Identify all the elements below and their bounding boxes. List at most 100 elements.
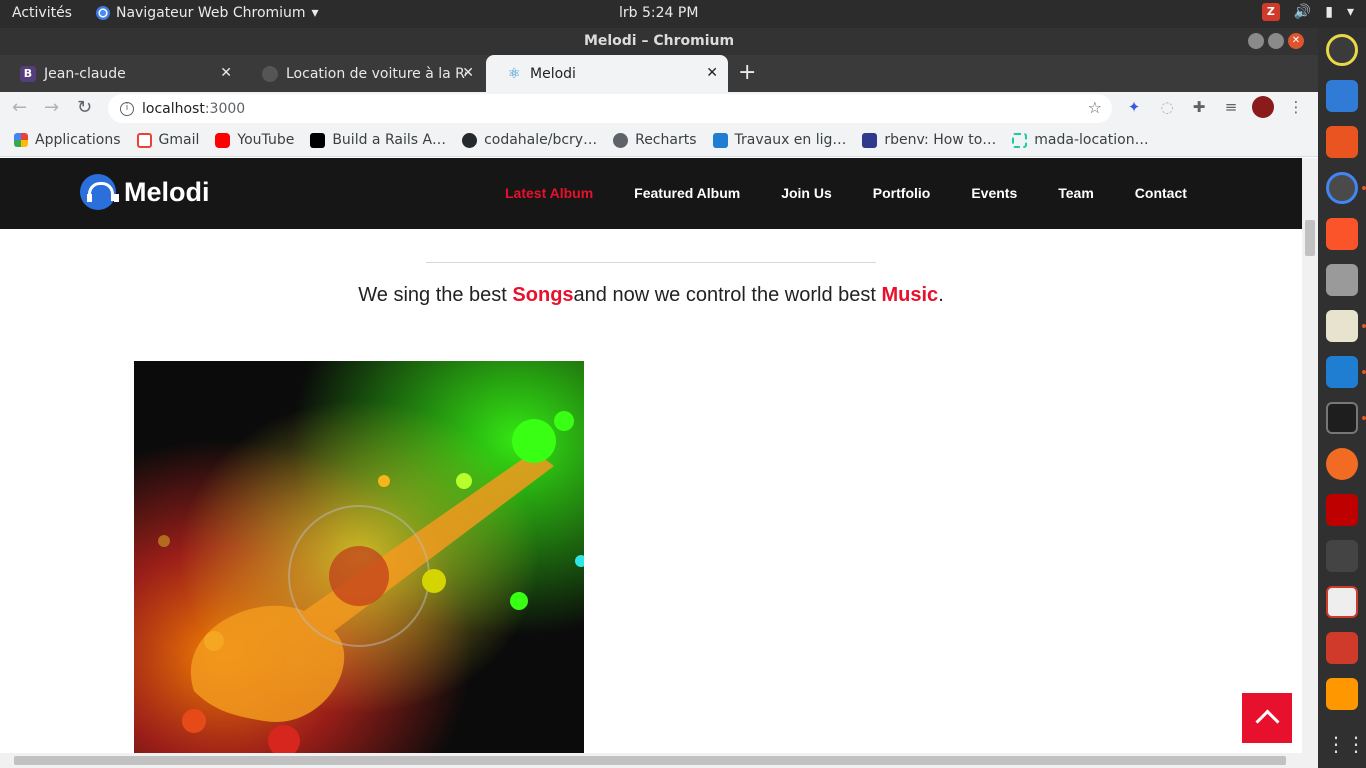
document-viewer-icon[interactable]	[1326, 586, 1358, 618]
tab-jean-claude[interactable]: B Jean-claude ✕	[0, 55, 242, 92]
terminal-icon[interactable]	[1326, 402, 1358, 434]
nav-featured-album[interactable]: Featured Album	[634, 185, 740, 201]
album-cover-image[interactable]	[134, 361, 584, 753]
vertical-scrollbar[interactable]	[1302, 158, 1318, 753]
close-window-button[interactable]: ✕	[1288, 33, 1304, 49]
tagline-highlight-music: Music	[881, 284, 939, 306]
sublime-text-icon[interactable]	[1326, 678, 1358, 710]
bookmark-label: Build a Rails A…	[332, 132, 447, 148]
bookmark-applications[interactable]: Applications	[14, 132, 121, 148]
bookmark-rbenv[interactable]: rbenv: How to…	[862, 132, 996, 148]
globe-icon	[613, 132, 629, 148]
close-tab-icon[interactable]: ✕	[462, 65, 474, 81]
text-editor-icon[interactable]	[1326, 310, 1358, 342]
site-menu: Latest Album Featured Album Join Us Port…	[505, 185, 1187, 201]
profile-avatar[interactable]	[1252, 96, 1274, 118]
scrollbar-thumb[interactable]	[1305, 220, 1315, 256]
address-bar[interactable]: i localhost:3000 ☆	[108, 94, 1112, 123]
running-indicator	[1362, 186, 1366, 190]
tagline-text: We sing the best	[358, 284, 513, 306]
software-center-icon[interactable]	[1326, 126, 1358, 158]
tab-label: Melodi	[530, 65, 576, 82]
gmail-icon	[136, 132, 152, 148]
rhythmbox-icon[interactable]	[1326, 34, 1358, 66]
dashed-square-icon	[1012, 132, 1028, 148]
site-logo[interactable]: Melodi	[80, 174, 210, 210]
minimize-button[interactable]	[1248, 33, 1264, 49]
medium-icon	[310, 132, 326, 148]
tab-strip: B Jean-claude ✕ Location de voiture à la…	[0, 55, 1318, 92]
youtube-icon	[215, 132, 231, 148]
bookmark-label: Applications	[35, 132, 121, 148]
window-controls: ✕	[1248, 33, 1304, 49]
bookmark-label: Recharts	[635, 132, 697, 148]
bookmark-mada-location[interactable]: mada-location…	[1012, 132, 1149, 148]
text-document-icon[interactable]	[1326, 80, 1358, 112]
github-icon	[462, 132, 478, 148]
bookmark-gmail[interactable]: Gmail	[136, 132, 199, 148]
filezilla-icon[interactable]	[1326, 494, 1358, 526]
bookmark-travaux[interactable]: Travaux en lig…	[712, 132, 846, 148]
close-tab-icon[interactable]: ✕	[706, 65, 718, 81]
back-to-top-button[interactable]	[1242, 693, 1292, 743]
react-icon: ⚛	[507, 65, 521, 82]
show-applications-icon[interactable]: ⋮⋮	[1326, 728, 1366, 760]
bookmark-label: mada-location…	[1034, 132, 1149, 148]
vscode-icon[interactable]	[1326, 356, 1358, 388]
nav-portfolio[interactable]: Portfolio	[873, 185, 931, 201]
extension-puzzle-icon[interactable]: ✦	[1125, 98, 1143, 116]
extension-circle-icon[interactable]: ◌	[1158, 98, 1176, 116]
status-area[interactable]: Z 🔊 ▮ ▾	[1261, 3, 1354, 21]
bookmark-build-rails[interactable]: Build a Rails A…	[310, 132, 446, 148]
tagline-text: and now we control the world best	[573, 284, 882, 306]
postman-icon[interactable]	[1326, 448, 1358, 480]
url-port: :3000	[204, 100, 246, 117]
apps-grid-icon	[14, 133, 28, 147]
bookmark-youtube[interactable]: YouTube	[215, 132, 294, 148]
maximize-button[interactable]	[1268, 33, 1284, 49]
close-tab-icon[interactable]: ✕	[220, 65, 232, 81]
nav-contact[interactable]: Contact	[1135, 185, 1187, 201]
scrollbar-thumb[interactable]	[14, 756, 1286, 765]
new-tab-button[interactable]: +	[738, 60, 756, 85]
nav-team[interactable]: Team	[1058, 185, 1094, 201]
tab-location-voiture[interactable]: Location de voiture à la Ré ✕	[242, 55, 484, 92]
running-indicator	[1362, 370, 1366, 374]
url-host: localhost	[142, 100, 205, 117]
bookmark-star-icon[interactable]: ☆	[1088, 98, 1102, 117]
bookmark-label: codahale/bcry…	[484, 132, 598, 148]
extensions-menu-icon[interactable]: ✚	[1190, 98, 1208, 116]
clock[interactable]: lrb 5:24 PM	[619, 5, 698, 21]
info-icon[interactable]: i	[120, 101, 134, 116]
running-indicator	[1362, 416, 1366, 420]
filezilla-tray-icon[interactable]: Z	[1261, 3, 1280, 21]
nav-join-us[interactable]: Join Us	[781, 185, 832, 201]
brave-icon[interactable]	[1326, 218, 1358, 250]
app-menu[interactable]: Navigateur Web Chromium ▾	[96, 5, 319, 21]
chevron-down-icon: ▾	[311, 5, 319, 21]
activities-button[interactable]: Activités	[12, 5, 72, 21]
reload-button[interactable]: ↻	[77, 97, 92, 118]
chromium-icon	[96, 6, 110, 20]
nav-latest-album[interactable]: Latest Album	[505, 185, 593, 201]
tab-label: Location de voiture à la Ré	[286, 65, 466, 82]
video-editor-icon[interactable]	[1326, 540, 1358, 572]
zeal-icon[interactable]	[1326, 632, 1358, 664]
chromium-dock-icon[interactable]	[1326, 172, 1358, 204]
files-icon[interactable]	[1326, 264, 1358, 296]
bookmark-bcrypt[interactable]: codahale/bcry…	[462, 132, 597, 148]
horizontal-scrollbar[interactable]	[0, 753, 1318, 768]
tab-melodi[interactable]: ⚛ Melodi ✕	[486, 55, 728, 92]
bookmark-recharts[interactable]: Recharts	[613, 132, 697, 148]
section-divider	[426, 262, 876, 263]
tagline-text: .	[938, 284, 944, 306]
headphones-icon	[80, 174, 119, 210]
tagline-highlight-songs: Songs	[512, 284, 574, 306]
back-button[interactable]: ←	[12, 97, 27, 118]
nav-events[interactable]: Events	[971, 185, 1017, 201]
media-control-icon[interactable]: ≡	[1222, 98, 1240, 116]
chrome-menu-icon[interactable]: ⋮	[1287, 98, 1305, 116]
app-menu-label: Navigateur Web Chromium	[116, 5, 306, 21]
forward-button[interactable]: →	[44, 97, 59, 118]
volume-icon: 🔊	[1293, 4, 1312, 20]
